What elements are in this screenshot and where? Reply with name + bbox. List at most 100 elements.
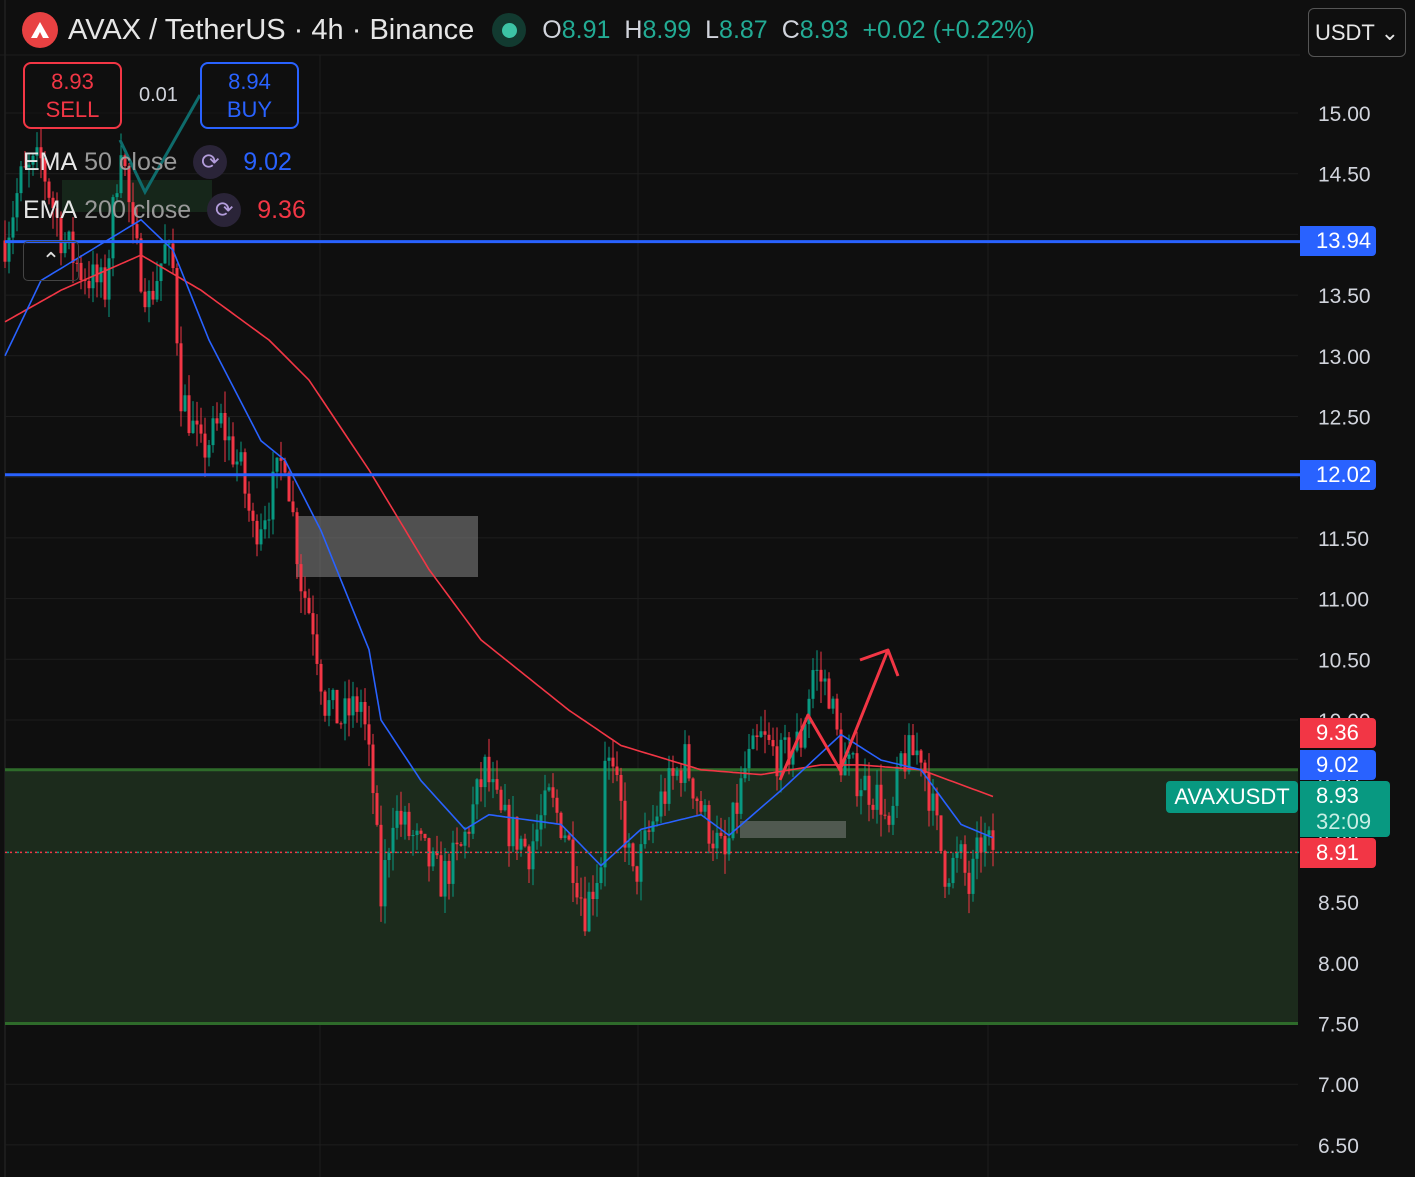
candle-body: [707, 805, 711, 844]
candle-body: [107, 258, 111, 300]
candle-body: [931, 793, 935, 811]
ema200-legend[interactable]: EMA 200 close ⟳ 9.36: [23, 193, 306, 227]
symbol-label: AVAXUSDT: [1166, 781, 1298, 813]
candle-body: [379, 824, 383, 907]
candle-body: [79, 262, 83, 281]
candle-body: [759, 731, 763, 738]
refresh-icon[interactable]: ⟳: [207, 193, 242, 227]
candle-body: [615, 766, 619, 775]
candle-body: [443, 860, 447, 897]
candle-body: [475, 779, 479, 805]
candle-body: [503, 804, 507, 811]
candle-body: [223, 413, 227, 441]
candle-body: [511, 816, 515, 847]
candle-body: [911, 735, 915, 756]
candle-body: [375, 793, 379, 825]
candle-body: [967, 872, 971, 894]
currency-select[interactable]: USDT ⌄: [1308, 8, 1406, 57]
candle-body: [155, 281, 159, 300]
candle-body: [571, 839, 575, 883]
candle-body: [919, 750, 923, 763]
y-tick-label: 8.50: [1318, 892, 1359, 915]
candle-body: [955, 852, 959, 858]
y-tick-label: 8.00: [1318, 953, 1359, 976]
candle-body: [563, 835, 567, 839]
ema50-legend[interactable]: EMA 50 close ⟳ 9.02: [23, 145, 292, 179]
candle-body: [419, 830, 423, 834]
candle-body: [3, 240, 7, 262]
candle-body: [347, 698, 351, 716]
candle-body: [459, 844, 463, 846]
y-tick-label: 12.50: [1318, 407, 1371, 430]
candle-body: [327, 700, 331, 716]
candle-body: [231, 436, 235, 465]
candle-body: [483, 756, 487, 788]
candle-body: [371, 744, 375, 794]
candle-body: [947, 883, 951, 887]
candle-body: [783, 737, 787, 740]
candle-body: [215, 418, 219, 424]
candle-body: [471, 804, 475, 834]
candle-body: [299, 564, 303, 592]
candle: [835, 693, 839, 736]
candle-body: [875, 784, 879, 810]
candle-body: [951, 857, 955, 884]
candle-body: [639, 844, 643, 882]
candle-body: [355, 696, 359, 712]
drawing-rectangle: [740, 821, 846, 838]
candle-body: [431, 851, 435, 867]
candle-body: [819, 669, 823, 682]
y-tick-label: 11.00: [1318, 589, 1369, 612]
candle-body: [691, 778, 695, 799]
candle-body: [183, 395, 187, 412]
refresh-icon[interactable]: ⟳: [193, 145, 228, 179]
candle: [731, 801, 735, 841]
candle-body: [423, 833, 427, 839]
y-tick-label: 7.00: [1318, 1074, 1359, 1097]
candle-body: [395, 810, 399, 828]
candle-body: [439, 855, 443, 897]
candle-body: [451, 842, 455, 884]
candle-body: [495, 779, 499, 790]
candle-body: [535, 829, 539, 842]
candle-body: [883, 814, 887, 816]
candle-body: [455, 842, 459, 845]
candle-body: [287, 472, 291, 502]
candle-body: [407, 811, 411, 837]
candle-body: [851, 753, 855, 755]
candle-body: [599, 867, 603, 884]
candle-body: [211, 418, 215, 446]
chevron-up-icon[interactable]: ⌃: [23, 241, 79, 281]
candle-body: [163, 244, 167, 264]
candle-body: [335, 689, 339, 724]
candle-body: [971, 858, 975, 894]
support-zone: [5, 769, 1298, 1024]
candle-body: [583, 898, 587, 932]
candle-body: [191, 420, 195, 434]
candle-body: [507, 804, 511, 847]
candle-body: [655, 816, 659, 822]
candle-body: [595, 883, 599, 900]
candle-body: [939, 815, 943, 852]
candle-body: [403, 811, 407, 825]
candle-body: [739, 778, 743, 814]
hline-label-high: 13.94: [1300, 226, 1376, 256]
candle-body: [323, 691, 327, 716]
candle-body: [195, 420, 199, 425]
interval[interactable]: 4h: [311, 14, 343, 47]
buy-button[interactable]: 8.94 BUY: [200, 62, 299, 129]
candle-body: [139, 238, 143, 292]
sell-button[interactable]: 8.93 SELL: [23, 62, 122, 129]
candle-body: [175, 268, 179, 344]
symbol-title[interactable]: AVAX / TetherUS: [68, 14, 286, 47]
candle-body: [667, 768, 671, 804]
candle-body: [963, 844, 967, 873]
candle-body: [267, 519, 271, 521]
candle-body: [879, 784, 883, 815]
candle-body: [607, 757, 611, 761]
candle-body: [315, 634, 319, 664]
y-tick-label: 14.50: [1318, 164, 1371, 187]
candle-body: [555, 797, 559, 813]
candle-body: [291, 501, 295, 513]
candle-body: [811, 670, 815, 699]
